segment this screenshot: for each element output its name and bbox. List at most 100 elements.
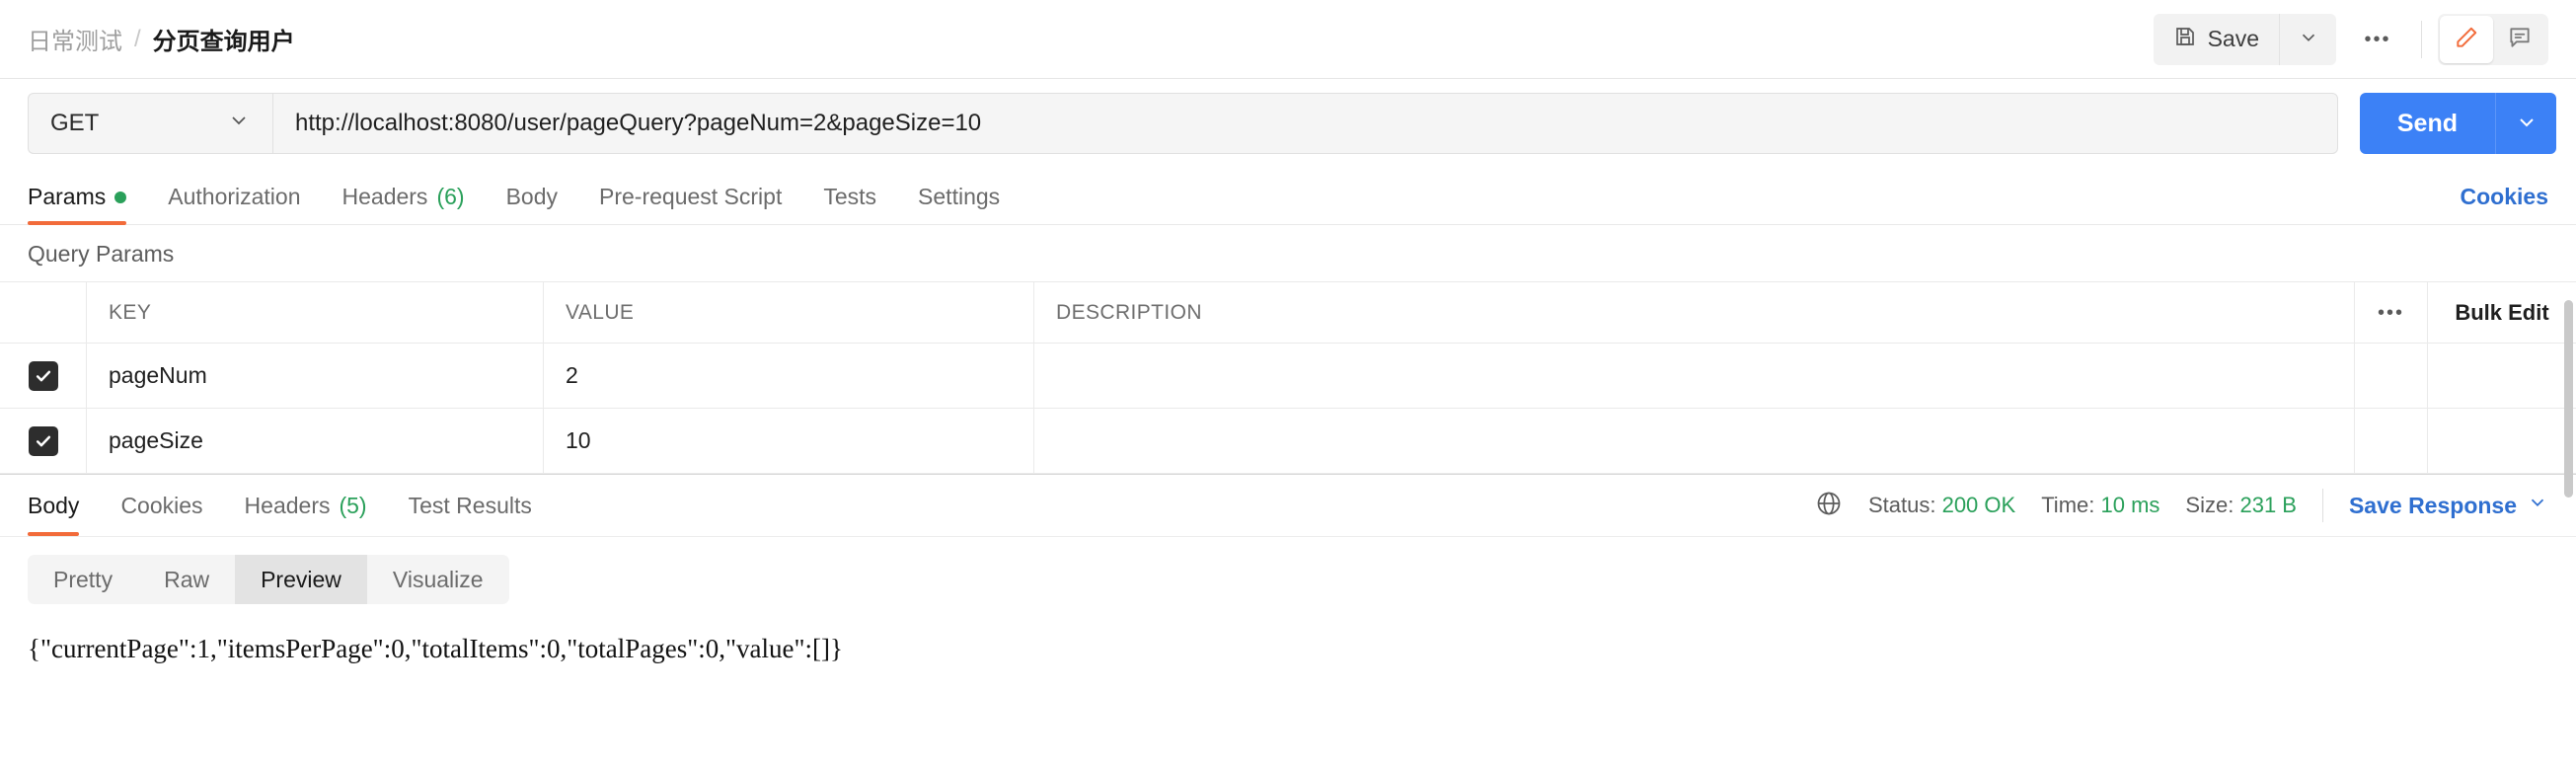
param-key[interactable]: pageSize xyxy=(109,427,203,454)
tab-params[interactable]: Params xyxy=(28,184,127,225)
save-response-label: Save Response xyxy=(2348,492,2517,518)
send-button[interactable]: Send xyxy=(2359,93,2495,154)
edit-mode-button[interactable] xyxy=(2440,15,2493,63)
bulk-edit-label: Bulk Edit xyxy=(2455,299,2549,325)
response-meta: Status: 200 OK Time: 10 ms Size: 231 B S… xyxy=(1815,489,2548,522)
tab-pre-request-script[interactable]: Pre-request Script xyxy=(599,184,782,224)
response-tab-cookies[interactable]: Cookies xyxy=(120,475,202,536)
tab-headers-count: (6) xyxy=(436,184,465,209)
header-checkbox-cell xyxy=(0,282,87,343)
param-value[interactable]: 2 xyxy=(566,362,578,389)
time-label: Time: xyxy=(2041,493,2095,517)
ellipsis-icon: ••• xyxy=(2364,28,2391,50)
query-params-table: KEY VALUE DESCRIPTION ••• Bulk Edit page… xyxy=(0,281,2576,474)
toolbar-divider xyxy=(2421,20,2422,58)
row-spacer-cell xyxy=(2355,409,2428,473)
response-tab-body[interactable]: Body xyxy=(28,475,80,536)
top-bar: 日常测试 / 分页查询用户 Save ••• xyxy=(0,0,2576,79)
row-end-cell xyxy=(2428,344,2576,408)
format-pretty-button[interactable]: Pretty xyxy=(28,555,138,604)
top-bar-actions: Save ••• xyxy=(2153,13,2548,65)
size-value: 231 B xyxy=(2239,493,2297,517)
response-tab-headers[interactable]: Headers (5) xyxy=(245,475,367,536)
status-metric: Status: 200 OK xyxy=(1868,493,2015,518)
response-tabs: Body Cookies Headers (5) Test Results St… xyxy=(0,474,2576,537)
size-metric: Size: 231 B xyxy=(2185,493,2297,518)
tab-tests[interactable]: Tests xyxy=(823,184,876,224)
param-value[interactable]: 10 xyxy=(566,427,591,454)
chevron-down-icon xyxy=(2515,111,2538,137)
response-tab-test-results-label: Test Results xyxy=(408,492,532,518)
request-url-bar: GET http://localhost:8080/user/pageQuery… xyxy=(0,79,2576,168)
tab-headers[interactable]: Headers (6) xyxy=(342,184,465,224)
view-toggle-group xyxy=(2438,13,2548,65)
row-spacer-cell xyxy=(2355,344,2428,408)
response-tab-headers-label: Headers xyxy=(244,492,331,518)
breadcrumb-separator: / xyxy=(134,25,141,52)
http-method-value: GET xyxy=(50,110,100,136)
globe-icon xyxy=(1815,490,1843,522)
send-options-button[interactable] xyxy=(2495,93,2556,154)
row-end-cell xyxy=(2428,409,2576,473)
tab-authorization-label: Authorization xyxy=(168,184,301,209)
breadcrumb-parent[interactable]: 日常测试 xyxy=(28,22,122,56)
comment-icon xyxy=(2507,25,2533,53)
meta-divider xyxy=(2321,489,2323,522)
chevron-down-icon xyxy=(227,109,251,139)
save-options-button[interactable] xyxy=(2279,13,2336,65)
response-tab-body-label: Body xyxy=(28,492,80,518)
response-format-switch: Pretty Raw Preview Visualize xyxy=(28,555,509,604)
request-url-text: http://localhost:8080/user/pageQuery?pag… xyxy=(295,110,982,136)
breadcrumb: 日常测试 / 分页查询用户 xyxy=(28,22,295,56)
format-raw-button[interactable]: Raw xyxy=(138,555,235,604)
time-metric: Time: 10 ms xyxy=(2041,493,2159,518)
response-tab-cookies-label: Cookies xyxy=(120,492,203,518)
request-tabs: Params Authorization Headers (6) Body Pr… xyxy=(0,168,2576,225)
format-visualize-button[interactable]: Visualize xyxy=(367,555,509,604)
tab-settings[interactable]: Settings xyxy=(918,184,1000,224)
query-params-title: Query Params xyxy=(28,241,175,267)
table-header-row: KEY VALUE DESCRIPTION ••• Bulk Edit xyxy=(0,282,2576,344)
response-tab-headers-count: (5) xyxy=(339,492,367,518)
row-checkbox[interactable] xyxy=(28,425,58,456)
param-key[interactable]: pageNum xyxy=(109,362,207,389)
column-header-value: VALUE xyxy=(566,300,635,324)
row-checkbox[interactable] xyxy=(28,360,58,391)
bulk-edit-button[interactable]: Bulk Edit xyxy=(2428,282,2576,343)
more-options-button[interactable]: ••• xyxy=(2350,14,2405,65)
params-modified-dot-icon xyxy=(114,191,127,203)
breadcrumb-current: 分页查询用户 xyxy=(152,29,295,55)
format-preview-button[interactable]: Preview xyxy=(235,555,367,604)
http-method-select[interactable]: GET xyxy=(28,93,272,154)
response-tab-test-results[interactable]: Test Results xyxy=(409,475,532,536)
save-response-button[interactable]: Save Response xyxy=(2349,492,2548,519)
size-label: Size: xyxy=(2185,493,2235,517)
tab-tests-label: Tests xyxy=(823,184,877,209)
save-button[interactable]: Save xyxy=(2153,13,2279,65)
table-row: pageSize 10 xyxy=(0,409,2576,474)
params-more-options-button[interactable]: ••• xyxy=(2355,282,2428,343)
tab-settings-label: Settings xyxy=(918,184,1001,209)
request-url-input[interactable]: http://localhost:8080/user/pageQuery?pag… xyxy=(272,93,2338,154)
status-label: Status: xyxy=(1867,493,1936,517)
send-button-group: Send xyxy=(2359,93,2556,154)
table-row: pageNum 2 xyxy=(0,344,2576,409)
floppy-disk-icon xyxy=(2173,25,2197,54)
status-value: 200 OK xyxy=(1941,493,2016,517)
tab-headers-label: Headers xyxy=(341,184,428,209)
chevron-down-icon xyxy=(2298,27,2319,51)
response-format-bar: Pretty Raw Preview Visualize xyxy=(0,537,2576,604)
column-header-key: KEY xyxy=(109,300,152,324)
tab-pre-request-script-label: Pre-request Script xyxy=(599,184,783,209)
time-value: 10 ms xyxy=(2100,493,2160,517)
cookies-link[interactable]: Cookies xyxy=(2461,184,2548,224)
params-scrollbar[interactable] xyxy=(2564,300,2573,498)
comments-button[interactable] xyxy=(2493,16,2546,63)
response-body-preview: {"currentPage":1,"itemsPerPage":0,"total… xyxy=(28,634,843,663)
save-button-label: Save xyxy=(2207,26,2259,51)
tab-authorization[interactable]: Authorization xyxy=(168,184,300,224)
pencil-icon xyxy=(2454,25,2479,53)
tab-body[interactable]: Body xyxy=(506,184,558,224)
tab-params-label: Params xyxy=(28,184,107,209)
save-button-group: Save xyxy=(2153,13,2336,65)
